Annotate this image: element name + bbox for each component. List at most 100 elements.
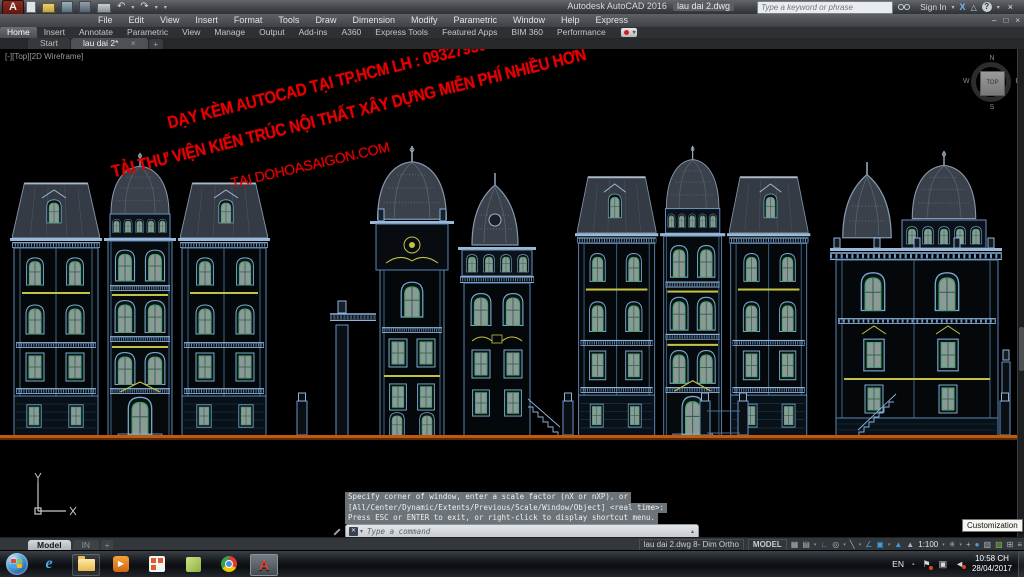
scrollbar-thumb[interactable] [1019, 327, 1024, 371]
sign-in-dropdown-icon[interactable]: ▾ [952, 4, 955, 11]
command-expand-icon[interactable]: ▴ [691, 528, 694, 535]
menu-help[interactable]: Help [553, 14, 588, 27]
doc-close-button[interactable]: × [1015, 14, 1020, 27]
taskbar-clock[interactable]: 10:58 CH 28/04/2017 [968, 554, 1016, 574]
menu-format[interactable]: Format [226, 14, 271, 27]
taskbar-autocad-icon[interactable]: A [250, 554, 278, 576]
tray-action-center-icon[interactable]: ⚑ [922, 559, 930, 570]
workspace-gear-icon[interactable]: ✳ [949, 539, 956, 551]
app-close-button[interactable]: × [1005, 2, 1016, 12]
menu-file[interactable]: File [90, 14, 121, 27]
tab-model[interactable]: Model [28, 540, 71, 551]
new-file-icon[interactable] [26, 1, 36, 13]
menu-insert[interactable]: Insert [187, 14, 226, 27]
tab-start[interactable]: Start [28, 38, 70, 49]
ortho-icon[interactable]: ∟ [820, 539, 828, 551]
viewcube[interactable]: N W E S TOP [966, 57, 1018, 109]
workspace-dropdown-icon[interactable]: ▾ [959, 542, 962, 548]
snap-dropdown-icon[interactable]: ▾ [814, 542, 817, 548]
sign-in-button[interactable]: Sign In [920, 2, 946, 12]
save-as-icon[interactable] [79, 1, 91, 13]
fullscreen-icon[interactable]: ⊞ [1007, 539, 1014, 551]
tab-drawing[interactable]: lau dai 2* × [71, 38, 148, 49]
menu-modify[interactable]: Modify [403, 14, 446, 27]
tray-volume-icon[interactable]: ◄ [955, 559, 964, 569]
redo-icon[interactable]: ↷ [140, 2, 148, 12]
autoscale-icon[interactable]: ▲ [906, 539, 914, 551]
clean-screen-icon[interactable]: ▨ [995, 539, 1003, 551]
drawing-status-info[interactable]: lau dai 2.dwg 8- Dim Ortho [639, 539, 744, 551]
menu-draw[interactable]: Draw [307, 14, 344, 27]
ribbon-tab-performance[interactable]: Performance [550, 27, 613, 38]
command-icon[interactable]: ✕ [349, 527, 358, 536]
ribbon-tab-view[interactable]: View [175, 27, 207, 38]
command-dropdown-icon[interactable]: ▾ [360, 528, 363, 535]
record-icon[interactable]: ▾ [621, 28, 637, 37]
customization-menu-icon[interactable]: ≡ [1017, 539, 1022, 551]
taskbar-explorer-icon[interactable] [72, 554, 100, 576]
ribbon-tab-insert[interactable]: Insert [37, 27, 72, 38]
menu-tools[interactable]: Tools [270, 14, 307, 27]
taskbar-internet-explorer-icon[interactable]: e [36, 554, 62, 574]
command-placeholder[interactable]: Type a command [367, 527, 691, 536]
search-input[interactable] [757, 1, 893, 14]
menu-view[interactable]: View [152, 14, 187, 27]
tray-network-icon[interactable]: ▣ [939, 559, 948, 570]
search-binoculars-icon[interactable] [898, 2, 910, 12]
isodraft-icon[interactable]: ╲ [850, 539, 855, 551]
tray-expand-icon[interactable]: ▴ [912, 561, 915, 567]
polar-tracking-icon[interactable]: ◎ [832, 539, 839, 551]
model-space-button[interactable]: MODEL [748, 539, 787, 551]
annotation-monitor-icon[interactable]: + [966, 539, 971, 551]
vertical-scrollbar[interactable] [1017, 49, 1024, 537]
isolate-objects-icon[interactable]: ▧ [984, 539, 992, 551]
save-icon[interactable] [61, 1, 73, 13]
osnap-tracking-icon[interactable]: ∠ [865, 539, 872, 551]
start-button[interactable] [6, 553, 28, 575]
command-line-input[interactable]: ✕ ▾ Type a command ▴ [345, 524, 699, 537]
menu-parametric[interactable]: Parametric [446, 14, 506, 27]
command-customize-wrench-icon[interactable] [332, 527, 341, 536]
viewcube-top-face[interactable]: TOP [980, 71, 1005, 96]
ribbon-tab-output[interactable]: Output [252, 27, 292, 38]
undo-icon[interactable]: ↶ [117, 2, 125, 12]
annotation-visibility-icon[interactable]: ▲ [894, 539, 902, 551]
grid-icon[interactable]: ▦ [791, 539, 799, 551]
undo-dropdown-icon[interactable]: ▾ [131, 4, 134, 11]
ribbon-tab-a360[interactable]: A360 [334, 27, 368, 38]
doc-minimize-button[interactable]: – [992, 14, 996, 27]
qat-customize-icon[interactable]: ▾ [164, 4, 167, 11]
snap-icon[interactable]: ▤ [802, 539, 810, 551]
viewcube-north[interactable]: N [966, 55, 1018, 62]
tray-language[interactable]: EN [892, 559, 904, 569]
tab-close-icon[interactable]: × [131, 38, 136, 48]
taskbar-download-manager-icon[interactable] [144, 554, 170, 574]
taskbar-media-player-icon[interactable]: ▶ [108, 554, 134, 574]
open-file-icon[interactable] [42, 3, 55, 13]
ribbon-tab-express-tools[interactable]: Express Tools [368, 27, 435, 38]
object-snap-icon[interactable]: ▣ [876, 539, 884, 551]
ribbon-tab-bim360[interactable]: BIM 360 [504, 27, 550, 38]
ribbon-tab-featured-apps[interactable]: Featured Apps [435, 27, 504, 38]
menu-express[interactable]: Express [588, 14, 637, 27]
menu-window[interactable]: Window [505, 14, 553, 27]
scale-dropdown-icon[interactable]: ▾ [942, 542, 945, 548]
ribbon-tab-annotate[interactable]: Annotate [72, 27, 120, 38]
menu-dimension[interactable]: Dimension [344, 14, 403, 27]
tab-layout-in[interactable]: IN [73, 540, 100, 551]
viewport-controls-label[interactable]: [-][Top][2D Wireframe] [5, 52, 83, 61]
viewcube-south[interactable]: S [966, 104, 1018, 111]
plot-icon[interactable] [97, 3, 111, 13]
hardware-accel-icon[interactable]: ● [975, 539, 980, 551]
ribbon-tab-home[interactable]: Home [0, 27, 37, 38]
ribbon-tab-manage[interactable]: Manage [207, 27, 252, 38]
redo-dropdown-icon[interactable]: ▾ [155, 4, 158, 11]
exchange-apps-icon[interactable]: X [960, 2, 966, 12]
drawing-canvas[interactable]: [-][Top][2D Wireframe] DẠY KÈM AUTOCAD T… [0, 49, 1024, 537]
show-desktop-button[interactable] [1018, 551, 1024, 577]
ribbon-tab-parametric[interactable]: Parametric [120, 27, 175, 38]
doc-restore-button[interactable]: □ [1003, 14, 1008, 27]
ribbon-tab-addins[interactable]: Add-ins [292, 27, 335, 38]
taskbar-chrome-icon[interactable] [216, 554, 242, 574]
osnap-dropdown-icon[interactable]: ▾ [888, 542, 891, 548]
